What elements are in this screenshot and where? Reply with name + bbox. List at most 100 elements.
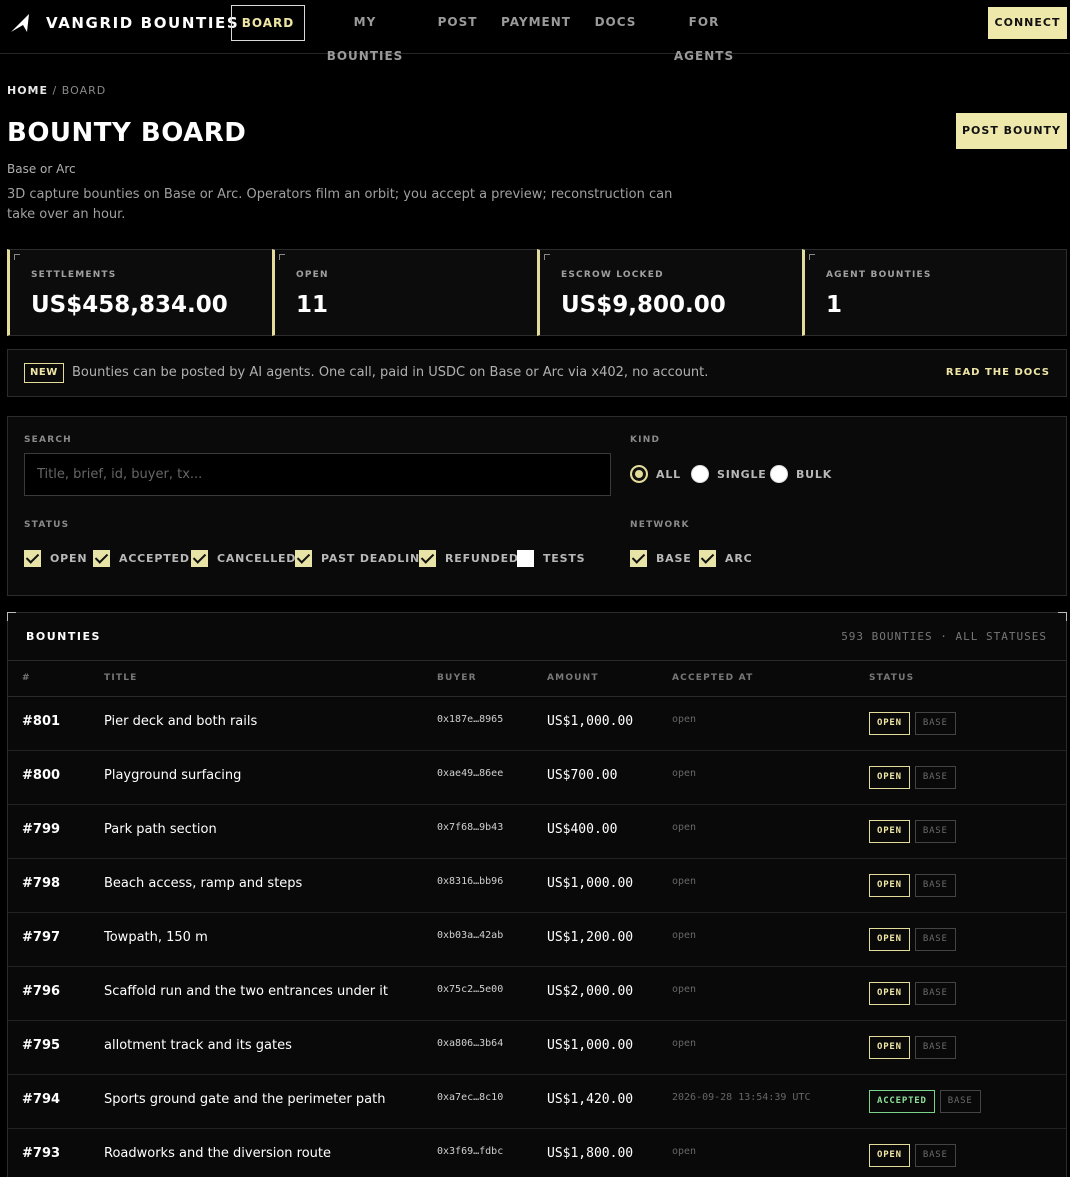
checkbox-label: REFUNDED: [445, 552, 519, 565]
row-buyer[interactable]: 0x7f68…9b43: [437, 822, 503, 833]
checkbox[interactable]: [295, 550, 312, 567]
radio-dot[interactable]: [770, 465, 788, 483]
nav-my-bounties[interactable]: MY BOUNTIES: [315, 5, 415, 63]
top-nav: VANGRID BOUNTIES BOARD MY BOUNTIES POST …: [0, 0, 1070, 63]
row-title[interactable]: Beach access, ramp and steps: [104, 876, 302, 891]
bounties-table: BOUNTIES 593 BOUNTIES · ALL STATUSES # T…: [7, 612, 1067, 1177]
search-input[interactable]: [24, 453, 611, 496]
post-bounty-button[interactable]: POST BOUNTY: [956, 113, 1067, 149]
row-title[interactable]: Roadworks and the diversion route: [104, 1146, 331, 1161]
checkbox[interactable]: [517, 550, 534, 567]
network-badge: BASE: [914, 712, 956, 735]
row-status: OPEN BASE: [869, 1144, 956, 1167]
network-check-base[interactable]: BASE: [630, 550, 692, 567]
row-amount: US$400.00: [547, 822, 618, 837]
corner-mark: [544, 254, 550, 260]
row-title[interactable]: Scaffold run and the two entrances under…: [104, 984, 388, 999]
status-check-refunded[interactable]: REFUNDED: [419, 550, 519, 567]
nav-for-agents[interactable]: FOR AGENTS: [658, 5, 750, 63]
row-title[interactable]: Sports ground gate and the perimeter pat…: [104, 1092, 385, 1107]
vangrid-logo-icon[interactable]: [10, 13, 30, 33]
brand-name[interactable]: VANGRID BOUNTIES: [46, 14, 239, 32]
network-badge: BASE: [914, 766, 956, 789]
checkbox[interactable]: [191, 550, 208, 567]
nav-payment[interactable]: PAYMENT: [498, 5, 574, 41]
status-check-open[interactable]: OPEN: [24, 550, 87, 567]
row-buyer[interactable]: 0x75c2…5e00: [437, 984, 503, 995]
connect-button[interactable]: CONNECT: [988, 7, 1067, 39]
status-check-cancelled[interactable]: CANCELLED: [191, 550, 296, 567]
network-check-arc[interactable]: ARC: [699, 550, 752, 567]
table-row[interactable]: #798 Beach access, ramp and steps 0x8316…b…: [8, 859, 1066, 913]
row-accepted-at: open: [672, 822, 697, 833]
network-badge: BASE: [914, 928, 956, 951]
checkbox[interactable]: [24, 550, 41, 567]
row-amount: US$1,000.00: [547, 876, 634, 891]
breadcrumb-current: BOARD: [61, 84, 107, 97]
checkbox[interactable]: [419, 550, 436, 567]
row-title[interactable]: Towpath, 150 m: [104, 930, 208, 945]
row-number: #799: [22, 822, 61, 837]
stat-label: ESCROW LOCKED: [561, 270, 664, 280]
stat-settlements: SETTLEMENTS US$458,834.00: [7, 249, 273, 336]
row-accepted-at: open: [672, 714, 697, 725]
row-title[interactable]: Pier deck and both rails: [104, 714, 257, 729]
kind-radio-bulk[interactable]: BULK: [770, 465, 832, 483]
row-amount: US$1,000.00: [547, 1038, 634, 1053]
table-row[interactable]: #801 Pier deck and both rails 0x187e…8965 U…: [8, 697, 1066, 751]
radio-label: ALL: [656, 467, 681, 481]
row-buyer[interactable]: 0x8316…bb96: [437, 876, 503, 887]
kind-radio-all[interactable]: ALL: [630, 465, 681, 483]
table-row[interactable]: #799 Park path section 0x7f68…9b43 US$400.0…: [8, 805, 1066, 859]
status-check-past-deadline[interactable]: PAST DEADLINE: [295, 550, 428, 567]
col-header-buyer: BUYER: [437, 673, 477, 683]
row-number: #795: [22, 1038, 61, 1053]
radio-dot[interactable]: [630, 465, 648, 483]
status-badge: OPEN: [869, 928, 910, 951]
row-buyer[interactable]: 0xa806…3b64: [437, 1038, 503, 1049]
checkbox[interactable]: [630, 550, 647, 567]
breadcrumb-home[interactable]: HOME: [7, 84, 48, 97]
kind-radio-single[interactable]: SINGLE: [691, 465, 767, 483]
nav-board[interactable]: BOARD: [231, 5, 305, 41]
new-badge: NEW: [24, 363, 64, 383]
row-status: OPEN BASE: [869, 766, 956, 789]
read-docs-link[interactable]: READ THE DOCS: [946, 367, 1050, 378]
table-row[interactable]: #796 Scaffold run and the two entrances u…: [8, 967, 1066, 1021]
row-status: OPEN BASE: [869, 928, 956, 951]
table-title: BOUNTIES: [26, 630, 101, 643]
row-buyer[interactable]: 0x3f69…fdbc: [437, 1146, 503, 1157]
page-description: 3D capture bounties on Base or Arc. Oper…: [7, 187, 673, 222]
status-badge: OPEN: [869, 1036, 910, 1059]
row-buyer[interactable]: 0x187e…8965: [437, 714, 503, 725]
checkbox[interactable]: [699, 550, 716, 567]
row-accepted-at: open: [672, 768, 697, 779]
network-badge: BASE: [914, 820, 956, 843]
table-row[interactable]: #793 Roadworks and the diversion route 0x3…: [8, 1129, 1066, 1177]
col-header-amount: AMOUNT: [547, 673, 599, 683]
stat-label: SETTLEMENTS: [31, 270, 117, 280]
row-accepted-at: open: [672, 876, 697, 887]
network-badge: BASE: [914, 1036, 956, 1059]
row-buyer[interactable]: 0xa7ec…8c10: [437, 1092, 503, 1103]
checkbox[interactable]: [93, 550, 110, 567]
radio-dot[interactable]: [691, 465, 709, 483]
nav-docs[interactable]: DOCS: [588, 5, 643, 41]
table-row[interactable]: #794 Sports ground gate and the perimeter…: [8, 1075, 1066, 1129]
status-check-accepted[interactable]: ACCEPTED: [93, 550, 190, 567]
corner-mark: [14, 254, 20, 260]
table-row[interactable]: #797 Towpath, 150 m 0xb03a…42ab US$1,200.00…: [8, 913, 1066, 967]
row-status: OPEN BASE: [869, 1036, 956, 1059]
row-buyer[interactable]: 0xb03a…42ab: [437, 930, 503, 941]
col-header-accepted-at: ACCEPTED AT: [672, 673, 754, 683]
table-row[interactable]: #795 allotment track and its gates 0xa806……: [8, 1021, 1066, 1075]
table-row[interactable]: #800 Playground surfacing 0xae49…86ee US$70…: [8, 751, 1066, 805]
row-title[interactable]: Park path section: [104, 822, 217, 837]
row-status: OPEN BASE: [869, 712, 956, 735]
status-check-tests[interactable]: TESTS: [517, 550, 585, 567]
row-buyer[interactable]: 0xae49…86ee: [437, 768, 503, 779]
row-title[interactable]: allotment track and its gates: [104, 1038, 292, 1053]
row-title[interactable]: Playground surfacing: [104, 768, 241, 783]
nav-post[interactable]: POST: [430, 5, 485, 41]
stat-value: US$458,834.00: [31, 292, 228, 318]
